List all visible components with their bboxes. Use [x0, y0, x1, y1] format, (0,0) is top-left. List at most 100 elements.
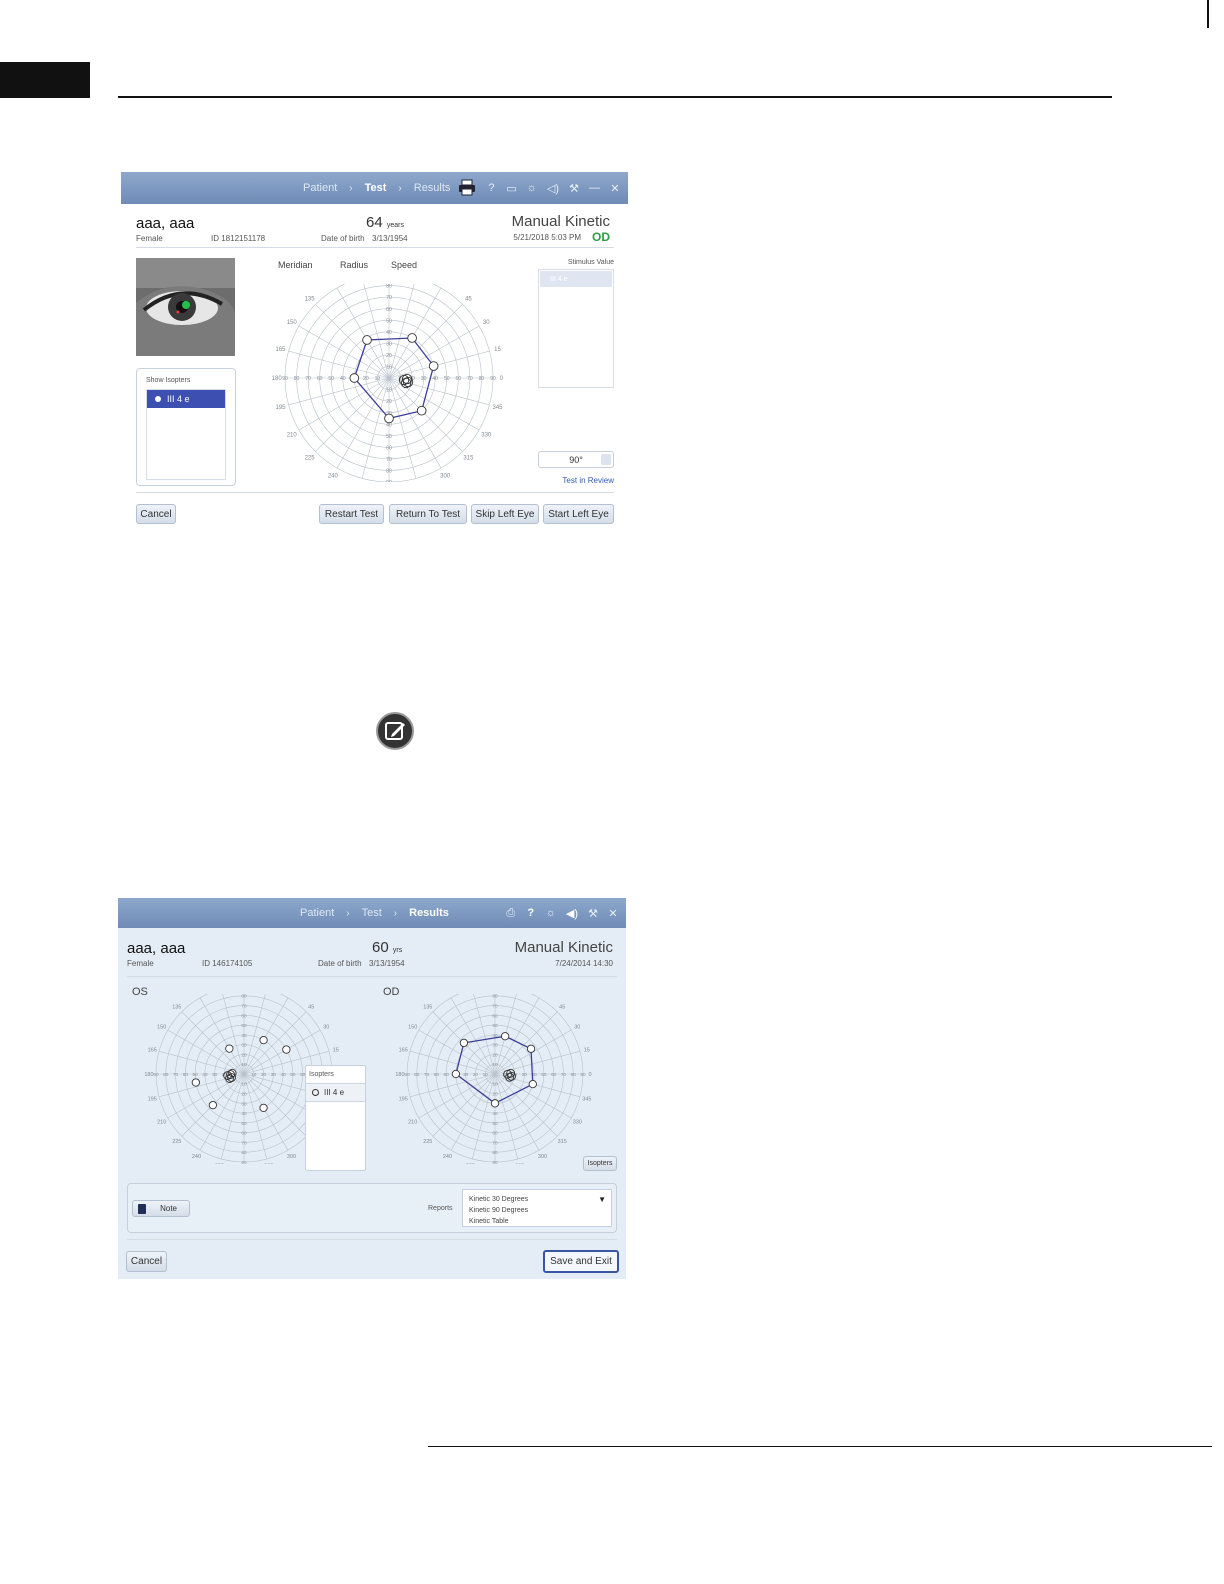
wrench-icon[interactable]: ⚒	[588, 907, 598, 920]
degree-selector[interactable]: 90°	[538, 451, 614, 468]
help-icon[interactable]: ?	[526, 907, 536, 919]
radius-tick-label: 90	[153, 1072, 159, 1077]
meridian-tick-label: 45	[559, 1005, 565, 1011]
radius-tick-label: 10	[241, 1062, 247, 1067]
meridian-tick-label: 120	[192, 994, 201, 996]
meridian-tick-label: 240	[192, 1154, 201, 1160]
meridian-tick-label: 120	[443, 994, 452, 996]
nav-patient[interactable]: Patient	[303, 182, 337, 194]
grid-spoke	[388, 350, 490, 379]
isopter-point	[259, 1103, 268, 1113]
dropdown-arrow-icon[interactable]: ▼	[598, 1194, 606, 1205]
report-option[interactable]: Kinetic 90 Degrees	[469, 1205, 605, 1216]
radius-tick-label: 10	[241, 1082, 247, 1087]
radius-tick-label: 20	[261, 1072, 267, 1077]
radius-header: Radius	[340, 260, 369, 270]
eye-camera-image	[136, 258, 235, 356]
close-icon[interactable]: ✕	[610, 182, 620, 195]
kinetic-polar-plot-od[interactable]: 1010101020202020303030304040404050505050…	[394, 994, 606, 1164]
title-bar: Patient › Test › Results ⎙ ? ☼ ◀) ⚒ ✕	[118, 898, 626, 928]
header-divider	[127, 976, 617, 977]
nav-test[interactable]: Test	[365, 182, 387, 194]
display-icon[interactable]: ▭	[506, 182, 516, 195]
minimize-icon[interactable]: —	[589, 182, 600, 194]
kinetic-polar-plot-od[interactable]: 1010101020202020303030304040404050505050…	[257, 284, 519, 482]
degree-handle-icon[interactable]	[601, 454, 611, 465]
radius-tick-label: 60	[386, 445, 392, 451]
radius-tick-label: 90	[386, 480, 392, 482]
grid-spoke	[388, 377, 417, 479]
nav-results[interactable]: Results	[414, 182, 451, 194]
radius-tick-label: 80	[414, 1072, 420, 1077]
radius-tick-label: 20	[241, 1091, 247, 1096]
dob-value: 3/13/1954	[369, 959, 405, 968]
isopter-item[interactable]: III 4 e	[147, 390, 225, 408]
report-option[interactable]: Kinetic 30 Degrees	[469, 1194, 605, 1205]
radius-tick-label: 10	[492, 1082, 498, 1087]
skip-left-eye-button[interactable]: Skip Left Eye	[471, 504, 539, 524]
grid-spoke	[432, 1073, 496, 1137]
wrench-icon[interactable]: ⚒	[569, 182, 579, 195]
test-datetime: 5/21/2018 5:03 PM	[513, 233, 581, 242]
restart-test-button[interactable]: Restart Test	[319, 504, 384, 524]
test-in-review-link[interactable]: Test in Review	[562, 476, 614, 485]
return-to-test-button[interactable]: Return To Test	[389, 504, 467, 524]
radius-tick-label: 70	[173, 1072, 179, 1077]
radius-tick-label: 20	[492, 1091, 498, 1096]
radius-tick-label: 50	[241, 1121, 247, 1126]
patient-id: ID 1812151178	[211, 234, 266, 243]
save-and-exit-button[interactable]: Save and Exit	[543, 1250, 619, 1273]
radius-tick-label: 40	[432, 376, 438, 382]
grid-spoke	[315, 377, 390, 452]
report-option[interactable]: Kinetic Table	[469, 1216, 605, 1227]
radius-tick-label: 20	[386, 399, 392, 405]
meridian-tick-label: 0	[500, 376, 504, 382]
meridian-tick-label: 135	[423, 1005, 432, 1011]
nav-separator: ›	[393, 907, 398, 919]
breadcrumb: Patient › Test › Results	[300, 898, 449, 928]
radius-tick-label: 40	[241, 1033, 247, 1038]
close-icon[interactable]: ✕	[608, 907, 618, 920]
radius-tick-label: 10	[251, 1072, 257, 1077]
meridian-tick-label: 60	[288, 994, 294, 996]
radius-tick-label: 60	[551, 1072, 557, 1077]
stimulus-item[interactable]: III 4 e	[540, 271, 612, 287]
meridian-tick-label: 45	[465, 297, 472, 303]
radius-tick-label: 90	[404, 1072, 410, 1077]
meridian-tick-label: 165	[148, 1047, 157, 1053]
meridian-tick-label: 180	[144, 1072, 153, 1078]
nav-patient[interactable]: Patient	[300, 907, 334, 919]
sound-icon[interactable]: ◁)	[547, 182, 559, 195]
radius-tick-label: 30	[241, 1043, 247, 1048]
print-icon[interactable]	[458, 178, 476, 199]
isopter-point	[362, 335, 372, 345]
cancel-button[interactable]: Cancel	[136, 504, 176, 524]
isopter-item[interactable]: III 4 e	[306, 1083, 365, 1102]
radius-tick-label: 60	[241, 1131, 247, 1136]
reports-select[interactable]: Kinetic 30 Degrees Kinetic 90 Degrees Ki…	[462, 1189, 612, 1227]
meridian-tick-label: 210	[287, 432, 298, 438]
eye-indicator: OD	[592, 230, 610, 244]
help-icon[interactable]: ?	[486, 182, 496, 194]
grid-spoke	[243, 1073, 268, 1160]
radius-tick-label: 50	[492, 1121, 498, 1126]
isopters-button[interactable]: Isopters	[583, 1156, 617, 1171]
radius-tick-label: 30	[463, 1072, 469, 1077]
light-icon[interactable]: ☼	[546, 907, 556, 919]
light-icon[interactable]: ☼	[527, 182, 537, 194]
print-icon[interactable]: ⎙	[506, 907, 516, 920]
start-left-eye-button[interactable]: Start Left Eye	[543, 504, 614, 524]
stimulus-list: III 4 e	[538, 269, 614, 388]
nav-results[interactable]: Results	[409, 907, 449, 919]
meridian-tick-label: 150	[408, 1024, 417, 1030]
cancel-button[interactable]: Cancel	[126, 1251, 167, 1272]
dob-value: 3/13/1954	[372, 234, 408, 243]
sound-icon[interactable]: ◀)	[566, 907, 578, 920]
meridian-tick-label: 210	[157, 1119, 166, 1125]
radius-tick-label: 90	[282, 376, 288, 382]
meridian-tick-label: 195	[148, 1097, 157, 1103]
radius-tick-label: 10	[492, 1062, 498, 1067]
nav-test[interactable]: Test	[362, 907, 382, 919]
isopter-point	[407, 333, 417, 343]
note-icon	[138, 1204, 146, 1214]
